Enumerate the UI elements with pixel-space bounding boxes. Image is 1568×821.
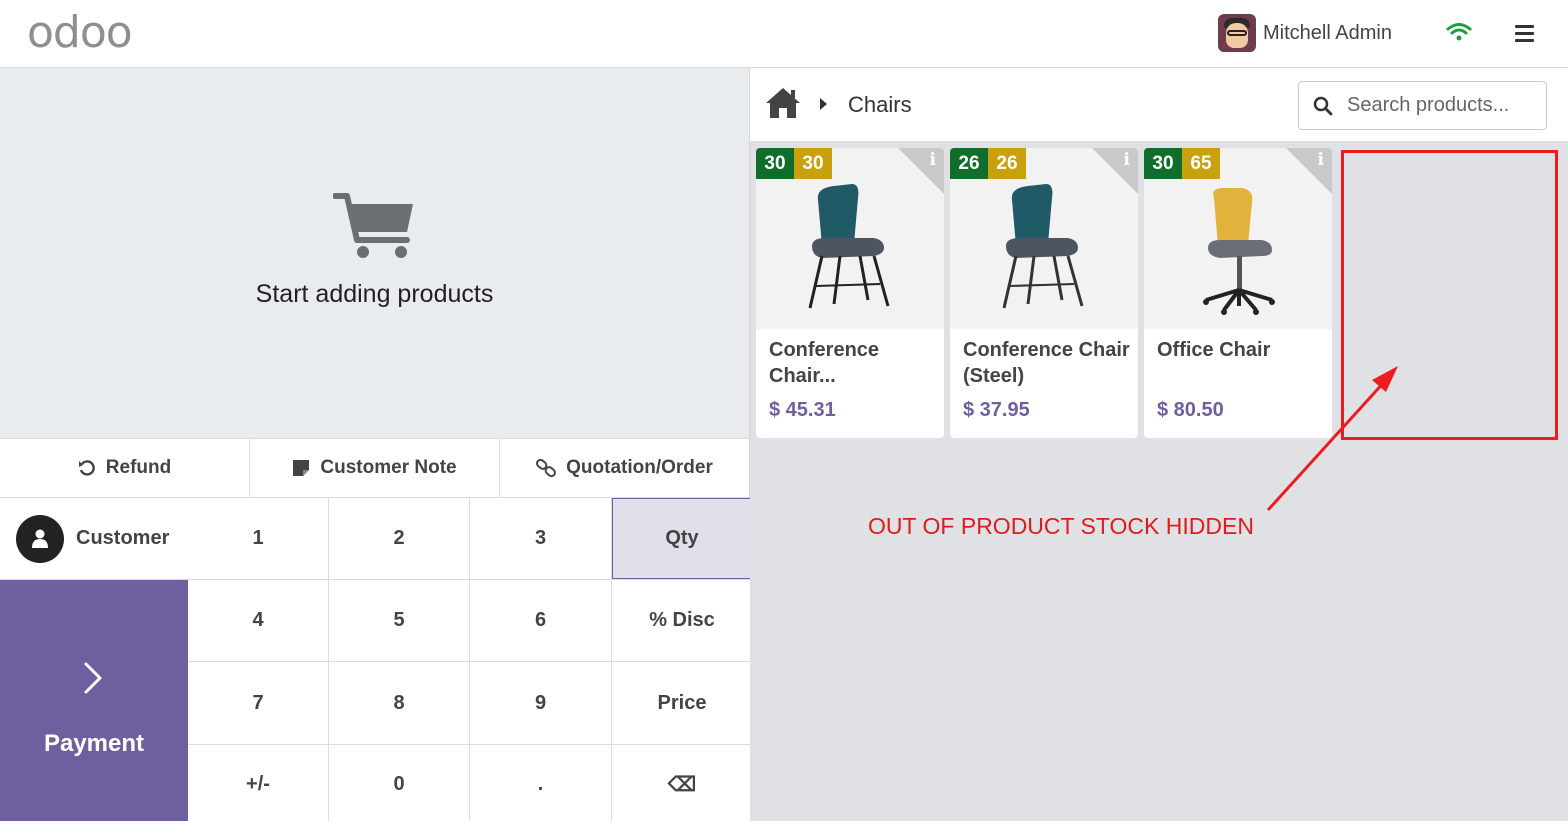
hamburger-menu-icon[interactable]: [1515, 25, 1534, 46]
user-menu[interactable]: Mitchell Admin: [1218, 14, 1392, 52]
empty-order: Start adding products: [0, 68, 749, 438]
numpad-key-2[interactable]: 2: [329, 498, 469, 579]
top-header: odoo Mitchell Admin: [0, 0, 1568, 68]
customer-label: Customer: [76, 527, 170, 549]
order-pane: Start adding products Refund Customer No…: [0, 68, 752, 821]
sticky-note-icon: [292, 459, 310, 477]
product-pane: Chairs Search products... 30 30 i Confer…: [750, 68, 1568, 821]
qty-mode-button[interactable]: Qty: [612, 498, 752, 579]
wifi-icon[interactable]: [1446, 22, 1472, 42]
annotation-arrow: [1266, 366, 1398, 512]
numpad-key-6[interactable]: 6: [470, 580, 611, 661]
payment-label: Payment: [43, 730, 145, 757]
price-mode-button[interactable]: Price: [612, 662, 752, 744]
numpad-key-8[interactable]: 8: [329, 662, 469, 744]
numpad-key-0[interactable]: 0: [329, 745, 469, 821]
user-icon: [16, 514, 64, 563]
customer-note-label: Customer Note: [320, 457, 457, 478]
payment-button[interactable]: Payment: [0, 580, 188, 821]
quotation-order-label: Quotation/Order: [566, 457, 713, 478]
shopping-cart-icon: [333, 193, 413, 258]
customer-button[interactable]: Customer: [0, 498, 188, 580]
annotation-text: OUT OF PRODUCT STOCK HIDDEN: [868, 513, 1254, 539]
refund-label: Refund: [105, 457, 172, 478]
undo-icon: [78, 459, 96, 477]
numpad-key-7[interactable]: 7: [188, 662, 328, 744]
numpad-key-1[interactable]: 1: [188, 498, 328, 579]
user-avatar: [1218, 14, 1256, 52]
backspace-button[interactable]: ⌫: [612, 745, 752, 821]
numpad-key-5[interactable]: 5: [329, 580, 469, 661]
discount-mode-button[interactable]: % Disc: [612, 580, 752, 661]
quotation-order-button[interactable]: Quotation/Order: [500, 439, 749, 497]
numpad-key-9[interactable]: 9: [470, 662, 611, 744]
link-icon: [536, 458, 557, 478]
user-name: Mitchell Admin: [1263, 21, 1392, 44]
decimal-button[interactable]: .: [470, 745, 611, 821]
numpad-key-4[interactable]: 4: [188, 580, 328, 661]
numpad-key-3[interactable]: 3: [470, 498, 611, 579]
refund-button[interactable]: Refund: [0, 439, 250, 497]
empty-order-message: Start adding products: [255, 280, 494, 308]
odoo-logo[interactable]: odoo: [27, 11, 133, 55]
chevron-right-icon: [84, 662, 102, 694]
numpad: 1 2 3 Qty 4 5 6 % Disc 7 8 9 Price +/- 0…: [188, 498, 752, 821]
order-controls: Refund Customer Note Quotation/Order: [0, 438, 749, 498]
plus-minus-button[interactable]: +/-: [188, 745, 328, 821]
customer-note-button[interactable]: Customer Note: [250, 439, 500, 497]
